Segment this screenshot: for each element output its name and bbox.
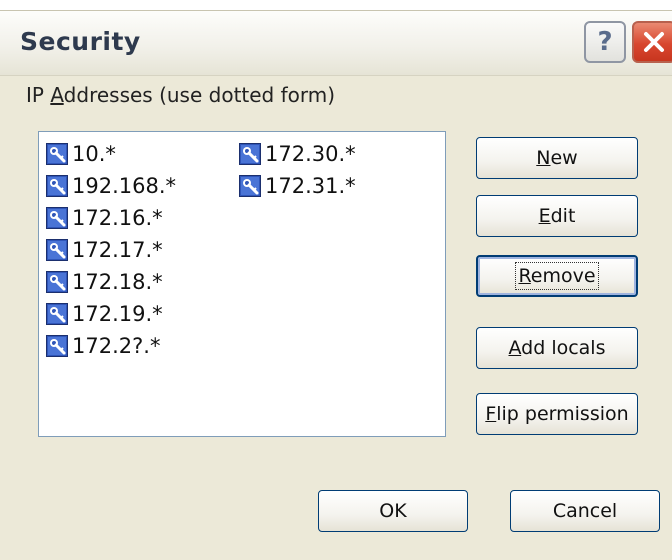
ip-address-list[interactable]: 10.* 192.168.* 172.16.* 172.17.* 172.18.* 172…: [38, 131, 446, 437]
list-item-label: 10.*: [72, 142, 116, 166]
network-key-icon: [46, 271, 68, 293]
list-item[interactable]: 172.19.*: [46, 302, 163, 326]
edit-button[interactable]: Edit: [476, 195, 638, 237]
network-key-icon: [46, 175, 68, 197]
dialog-title: Security: [20, 27, 141, 56]
list-item[interactable]: 172.18.*: [46, 270, 163, 294]
flip-permission-button[interactable]: Flip permission: [476, 393, 638, 435]
list-item[interactable]: 172.2?.*: [46, 334, 160, 358]
list-item[interactable]: 172.16.*: [46, 206, 163, 230]
close-icon: [644, 32, 664, 52]
list-item-label: 172.30.*: [265, 142, 356, 166]
ok-button[interactable]: OK: [318, 490, 468, 532]
list-item-label: 192.168.*: [72, 174, 177, 198]
network-key-icon: [46, 207, 68, 229]
title-bar[interactable]: Security ?: [0, 11, 672, 76]
network-key-icon: [46, 239, 68, 261]
close-button[interactable]: [632, 21, 672, 63]
help-button[interactable]: ?: [584, 21, 626, 63]
list-item[interactable]: 10.*: [46, 142, 116, 166]
help-icon: ?: [597, 27, 613, 57]
new-button[interactable]: New: [476, 137, 638, 179]
list-item-label: 172.2?.*: [72, 334, 161, 358]
network-key-icon: [46, 335, 68, 357]
list-item-label: 172.16.*: [72, 206, 163, 230]
remove-button[interactable]: Remove: [476, 255, 638, 297]
list-item[interactable]: 172.31.*: [239, 174, 356, 198]
list-item[interactable]: 172.30.*: [239, 142, 356, 166]
network-key-icon: [239, 175, 261, 197]
network-key-icon: [46, 303, 68, 325]
network-key-icon: [46, 143, 68, 165]
network-key-icon: [239, 143, 261, 165]
list-item[interactable]: 192.168.*: [46, 174, 176, 198]
ip-addresses-label: IP Addresses (use dotted form): [26, 83, 336, 107]
list-item-label: 172.19.*: [72, 302, 163, 326]
list-item-label: 172.31.*: [265, 174, 356, 198]
cancel-button[interactable]: Cancel: [510, 490, 660, 532]
add-locals-button[interactable]: Add locals: [476, 327, 638, 369]
list-item-label: 172.18.*: [72, 270, 163, 294]
list-item[interactable]: 172.17.*: [46, 238, 163, 262]
list-item-label: 172.17.*: [72, 238, 163, 262]
